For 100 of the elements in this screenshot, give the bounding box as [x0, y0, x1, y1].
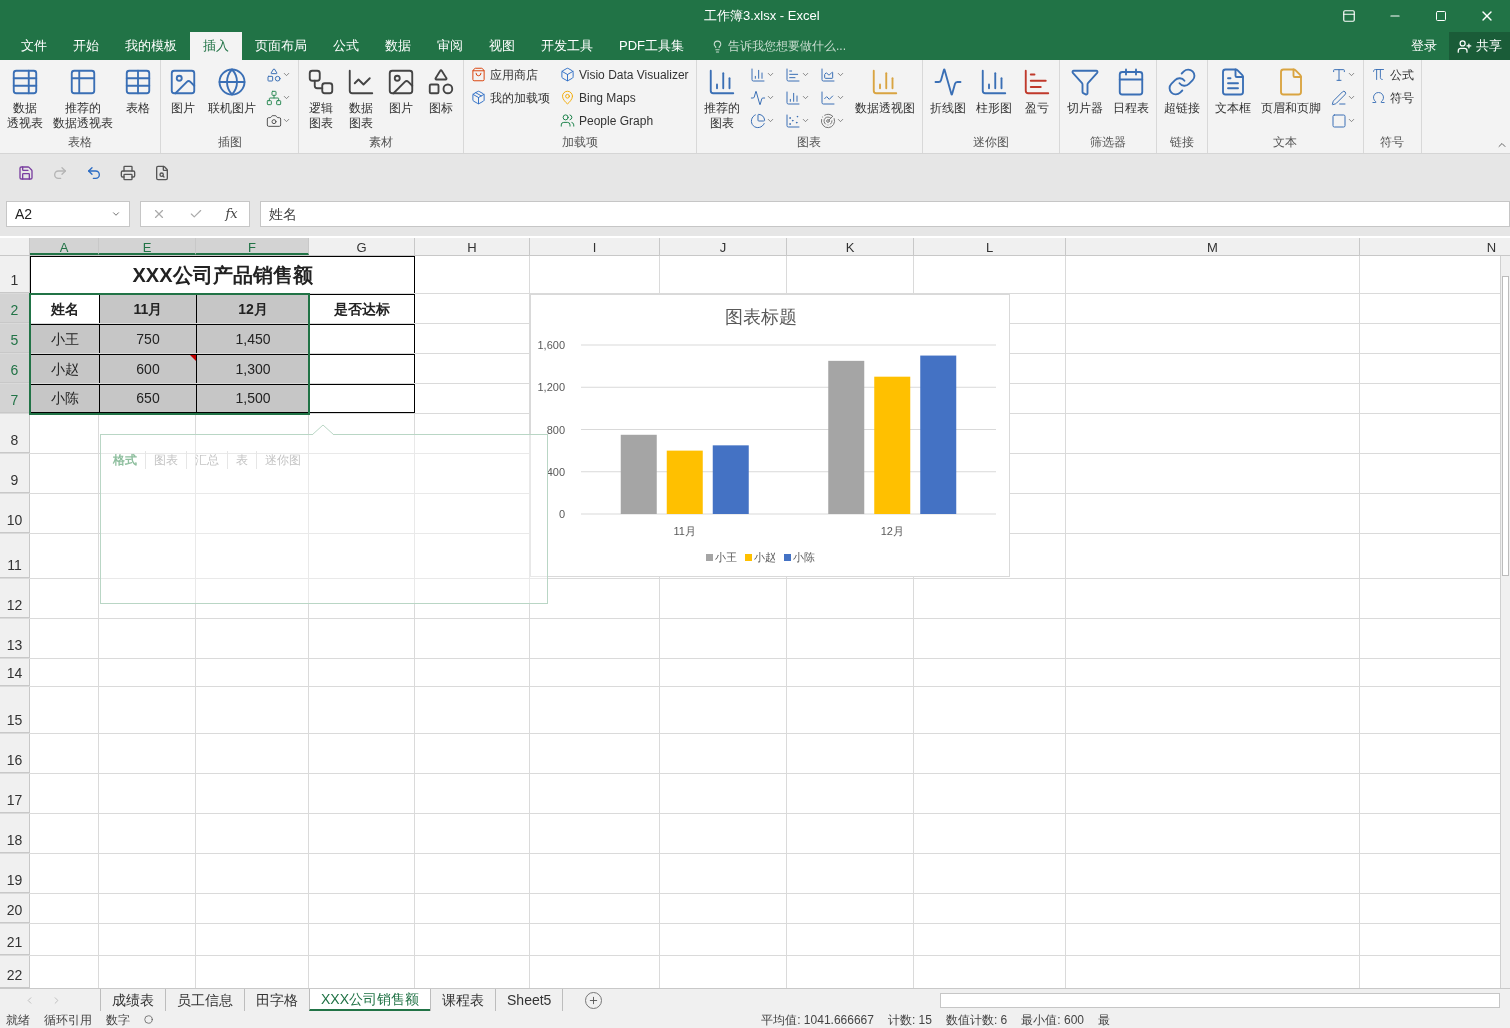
- ribbon-tab[interactable]: 视图: [476, 32, 528, 60]
- tell-me-field[interactable]: 告诉我您想要做什么...: [728, 37, 878, 55]
- row-header[interactable]: 9: [0, 454, 30, 493]
- name-box[interactable]: A2: [6, 201, 130, 227]
- column-header[interactable]: N: [1360, 238, 1510, 255]
- group-label: 插图: [216, 134, 243, 151]
- table-icon: [123, 67, 153, 97]
- row-header[interactable]: 15: [0, 687, 30, 733]
- globe-icon: [217, 67, 247, 97]
- column-header[interactable]: L: [914, 238, 1066, 255]
- print-icon[interactable]: [120, 165, 136, 181]
- ribbon-button[interactable]: 超链接: [1159, 63, 1204, 116]
- ribbon-button[interactable]: 页眉和页脚: [1256, 63, 1325, 116]
- row-header[interactable]: 18: [0, 814, 30, 853]
- group-label: 加载项: [560, 134, 599, 151]
- group-label: 符号: [1379, 134, 1406, 151]
- table-cell: 600: [99, 354, 196, 383]
- image-icon: [168, 67, 198, 97]
- ribbon-button[interactable]: Bing Maps: [556, 86, 693, 109]
- column-header[interactable]: J: [660, 238, 787, 255]
- row-header[interactable]: 19: [0, 854, 30, 893]
- ribbon-tab[interactable]: 开发工具: [528, 32, 606, 60]
- ribbon-button[interactable]: 图片: [164, 63, 202, 116]
- row-header[interactable]: 5: [0, 324, 30, 353]
- ribbon-button[interactable]: 联机图片: [204, 63, 260, 116]
- ribbon-button[interactable]: 数据 透视表: [3, 63, 47, 131]
- ribbon-button[interactable]: 公式: [1366, 63, 1418, 86]
- row-header[interactable]: 2: [0, 294, 30, 323]
- flowchart-icon: [306, 67, 336, 97]
- ribbon-button[interactable]: 切片器: [1062, 63, 1107, 116]
- horizontal-scrollbar[interactable]: [940, 992, 1500, 1008]
- sign-in-link[interactable]: 登录: [1399, 32, 1449, 60]
- vertical-scrollbar[interactable]: [1500, 256, 1510, 988]
- column-header[interactable]: H: [415, 238, 530, 255]
- row-header[interactable]: 21: [0, 924, 30, 955]
- column-header[interactable]: A: [30, 238, 99, 255]
- ribbon-button[interactable]: 推荐的 图表: [699, 63, 744, 131]
- share-button[interactable]: 共享: [1449, 32, 1510, 60]
- row-header[interactable]: 10: [0, 494, 30, 533]
- ribbon-button[interactable]: Visio Data Visualizer: [556, 63, 693, 86]
- ribbon-tab[interactable]: 页面布局: [242, 32, 320, 60]
- row-header[interactable]: 14: [0, 659, 30, 686]
- save-icon[interactable]: [18, 165, 34, 181]
- ribbon-button[interactable]: 图标: [422, 63, 460, 116]
- ribbon-tab[interactable]: 开始: [60, 32, 112, 60]
- ribbon-button[interactable]: 推荐的 数据透视表: [49, 63, 117, 131]
- row-header[interactable]: 22: [0, 956, 30, 988]
- row-header[interactable]: 12: [0, 579, 30, 618]
- caret-icon: [282, 116, 291, 125]
- ribbon-tab[interactable]: 公式: [320, 32, 372, 60]
- column-header[interactable]: M: [1066, 238, 1360, 255]
- caret-icon: [835, 93, 845, 102]
- ribbon-tab[interactable]: 审阅: [424, 32, 476, 60]
- column-header[interactable]: F: [196, 238, 309, 255]
- status-text: 循环引用: [44, 1011, 92, 1028]
- insert-function-button[interactable]: fx: [225, 204, 238, 224]
- row-header[interactable]: 6: [0, 354, 30, 383]
- table-cell: 小陈: [30, 384, 99, 413]
- caret-icon: [800, 70, 810, 79]
- ribbon-button[interactable]: 逻辑 图表: [302, 63, 340, 131]
- ribbon-tab[interactable]: 我的模板: [112, 32, 190, 60]
- row-header[interactable]: 17: [0, 774, 30, 813]
- print-preview-icon[interactable]: [154, 165, 170, 181]
- ribbon-button[interactable]: 数据 图表: [342, 63, 380, 131]
- popup-pointer-icon: [312, 424, 334, 435]
- ribbon-button[interactable]: 盈亏: [1017, 63, 1056, 116]
- row-header[interactable]: 7: [0, 384, 30, 413]
- column-header[interactable]: E: [99, 238, 196, 255]
- row-header[interactable]: 8: [0, 414, 30, 453]
- ribbon-button[interactable]: 数据透视图: [850, 63, 919, 116]
- ribbon-tab[interactable]: 数据: [372, 32, 424, 60]
- line-chart-icon: [819, 89, 836, 106]
- formula-field[interactable]: 姓名: [260, 201, 1510, 227]
- sheet-tab[interactable]: XXX公司销售额: [309, 989, 430, 1011]
- ribbon-button[interactable]: 表格: [119, 63, 157, 116]
- ribbon-button[interactable]: People Graph: [556, 109, 693, 132]
- column-header[interactable]: G: [309, 238, 415, 255]
- ribbon-button[interactable]: 文本框: [1210, 63, 1255, 116]
- ribbon-tab[interactable]: PDF工具集: [606, 32, 697, 60]
- row-header[interactable]: 13: [0, 619, 30, 658]
- row-header[interactable]: 1: [0, 256, 30, 293]
- redo-icon[interactable]: [52, 165, 68, 181]
- ribbon-button[interactable]: 柱形图: [971, 63, 1016, 116]
- ribbon-button[interactable]: 应用商店: [467, 63, 554, 86]
- ribbon-button[interactable]: 日程表: [1108, 63, 1153, 116]
- caret-icon: [282, 93, 291, 102]
- status-text: 最: [1098, 1011, 1110, 1028]
- undo-icon[interactable]: [86, 165, 102, 181]
- column-header[interactable]: I: [530, 238, 660, 255]
- row-header[interactable]: 11: [0, 534, 30, 578]
- ribbon-tab[interactable]: 文件: [8, 32, 60, 60]
- enter-icon[interactable]: [188, 207, 203, 221]
- row-header[interactable]: 20: [0, 894, 30, 923]
- row-header[interactable]: 16: [0, 734, 30, 773]
- ribbon-button[interactable]: 我的加载项: [467, 86, 554, 109]
- ribbon-button[interactable]: 图片: [382, 63, 420, 116]
- ribbon-button[interactable]: 符号: [1366, 86, 1418, 109]
- column-header[interactable]: K: [787, 238, 914, 255]
- ribbon-button[interactable]: 折线图: [925, 63, 970, 116]
- ribbon-tab[interactable]: 插入: [190, 32, 242, 60]
